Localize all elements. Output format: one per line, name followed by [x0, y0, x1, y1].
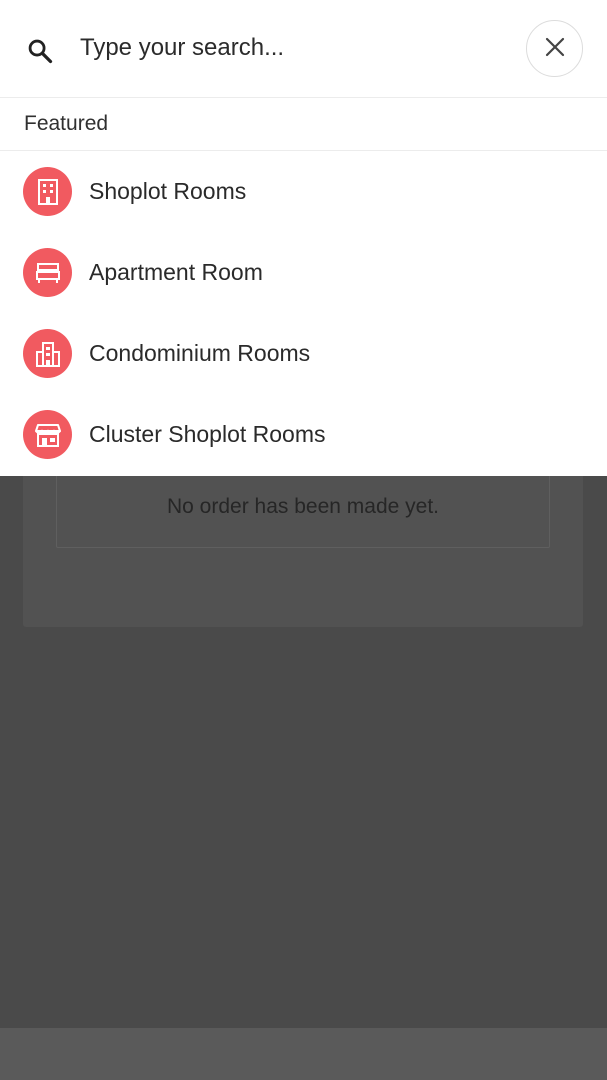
search-input[interactable] [80, 26, 500, 70]
search-overlay: Featured Shoplot Rooms [0, 0, 607, 476]
featured-item-label: Condominium Rooms [89, 340, 311, 366]
close-icon [545, 37, 565, 60]
city-buildings-icon [23, 329, 72, 378]
featured-item-apartment-room[interactable]: Apartment Room [0, 232, 607, 313]
featured-item-label: Shoplot Rooms [89, 178, 247, 204]
storefront-icon [23, 410, 72, 459]
featured-heading: Featured [0, 98, 607, 151]
building-icon [23, 167, 72, 216]
bed-icon [23, 248, 72, 297]
featured-item-cluster-shoplot-rooms[interactable]: Cluster Shoplot Rooms [0, 394, 607, 475]
featured-list: Shoplot Rooms Apartment Room Condominium… [0, 151, 607, 475]
bottom-bar [0, 1028, 607, 1080]
search-icon [26, 37, 54, 65]
search-bar [0, 0, 607, 98]
featured-item-label: Cluster Shoplot Rooms [89, 421, 326, 447]
close-button[interactable] [526, 20, 583, 77]
page: No order has been made yet. Fea [0, 0, 607, 1080]
featured-item-condominium-rooms[interactable]: Condominium Rooms [0, 313, 607, 394]
empty-orders-message: No order has been made yet. [167, 495, 439, 518]
featured-item-shoplot-rooms[interactable]: Shoplot Rooms [0, 151, 607, 232]
featured-item-label: Apartment Room [89, 259, 263, 285]
